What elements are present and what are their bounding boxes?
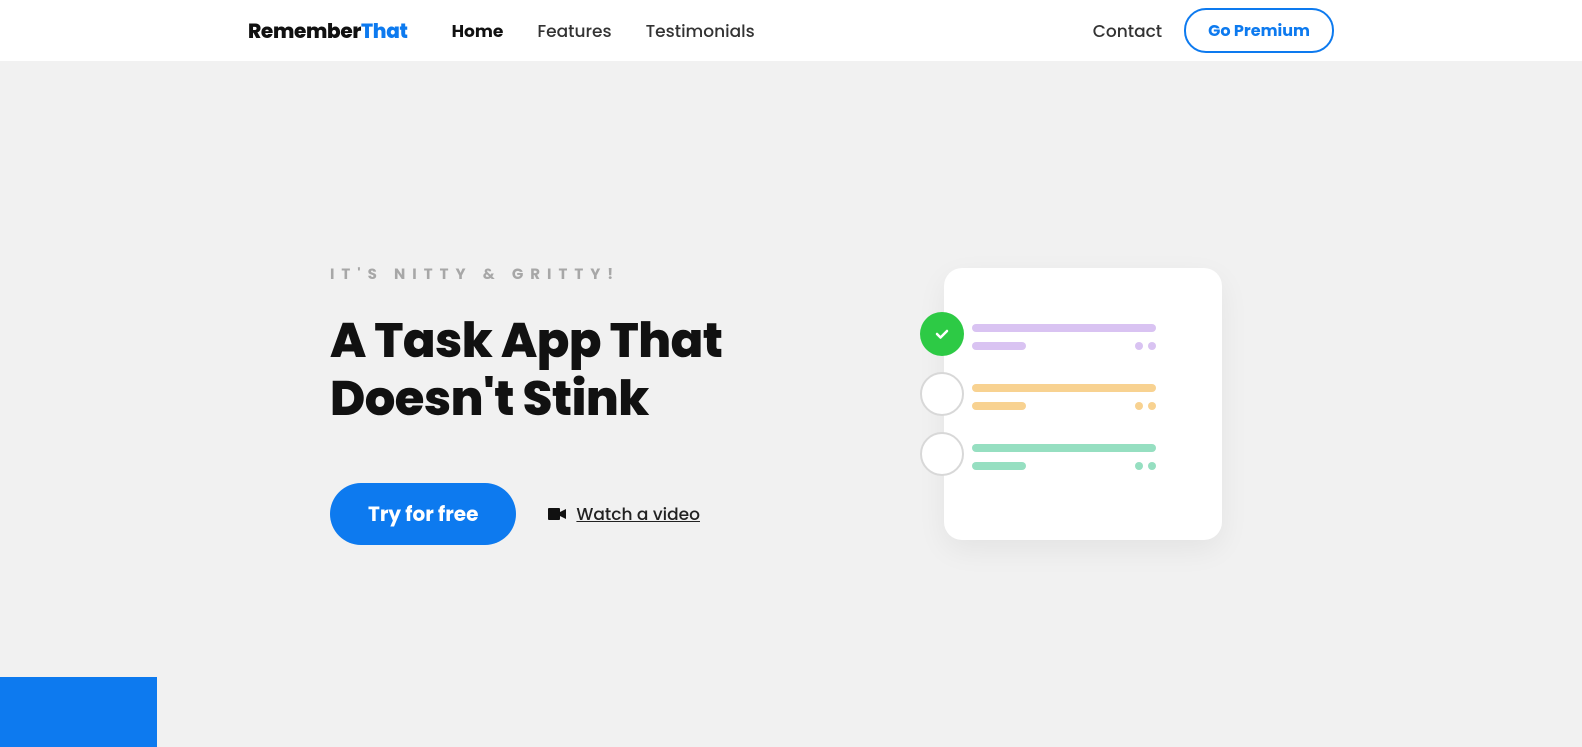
task-dot	[1135, 462, 1143, 470]
task-row-1	[972, 324, 1194, 350]
check-circle-empty-icon	[920, 432, 964, 476]
watch-video-link[interactable]: Watch a video	[548, 501, 700, 527]
task-dots	[1135, 462, 1156, 470]
header-right: Contact Go Premium	[1093, 8, 1334, 53]
task-line-bottom	[972, 462, 1156, 470]
task-line-short	[972, 402, 1026, 410]
check-circle-filled-icon	[920, 312, 964, 356]
task-dots	[1135, 402, 1156, 410]
logo[interactable]: RememberThat	[248, 16, 408, 46]
task-row-3	[972, 444, 1194, 470]
header-left: RememberThat Home Features Testimonials	[248, 16, 755, 46]
video-camera-icon	[548, 502, 566, 527]
decorative-blue-block	[0, 677, 157, 747]
header: RememberThat Home Features Testimonials …	[0, 0, 1582, 61]
task-row-2	[972, 384, 1194, 410]
nav-home[interactable]: Home	[452, 18, 504, 44]
task-dot	[1148, 402, 1156, 410]
task-line-bottom	[972, 342, 1156, 350]
nav-links: Home Features Testimonials	[452, 18, 755, 44]
task-dot	[1148, 462, 1156, 470]
nav-features[interactable]: Features	[537, 18, 611, 44]
go-premium-button[interactable]: Go Premium	[1184, 8, 1334, 53]
hero-tagline: IT'S NITTY & GRITTY!	[330, 263, 830, 286]
task-line	[972, 444, 1156, 452]
task-line-short	[972, 462, 1026, 470]
task-line-short	[972, 342, 1026, 350]
try-free-button[interactable]: Try for free	[330, 483, 516, 545]
watch-video-label: Watch a video	[576, 501, 700, 527]
nav-testimonials[interactable]: Testimonials	[646, 18, 755, 44]
nav-contact[interactable]: Contact	[1093, 18, 1162, 44]
task-card	[944, 268, 1222, 540]
logo-first-word: Remember	[248, 17, 361, 45]
hero-actions: Try for free Watch a video	[330, 483, 830, 545]
task-line	[972, 384, 1156, 392]
task-line	[972, 324, 1156, 332]
task-illustration	[944, 268, 1222, 540]
logo-second-word: That	[361, 17, 408, 45]
check-circle-empty-icon	[920, 372, 964, 416]
task-line-bottom	[972, 402, 1156, 410]
hero-section: IT'S NITTY & GRITTY! A Task App That Doe…	[0, 61, 1582, 747]
task-dots	[1135, 342, 1156, 350]
task-dot	[1135, 402, 1143, 410]
hero-content: IT'S NITTY & GRITTY! A Task App That Doe…	[330, 263, 830, 545]
hero-title: A Task App That Doesn't Stink	[330, 312, 830, 427]
task-dot	[1148, 342, 1156, 350]
task-dot	[1135, 342, 1143, 350]
